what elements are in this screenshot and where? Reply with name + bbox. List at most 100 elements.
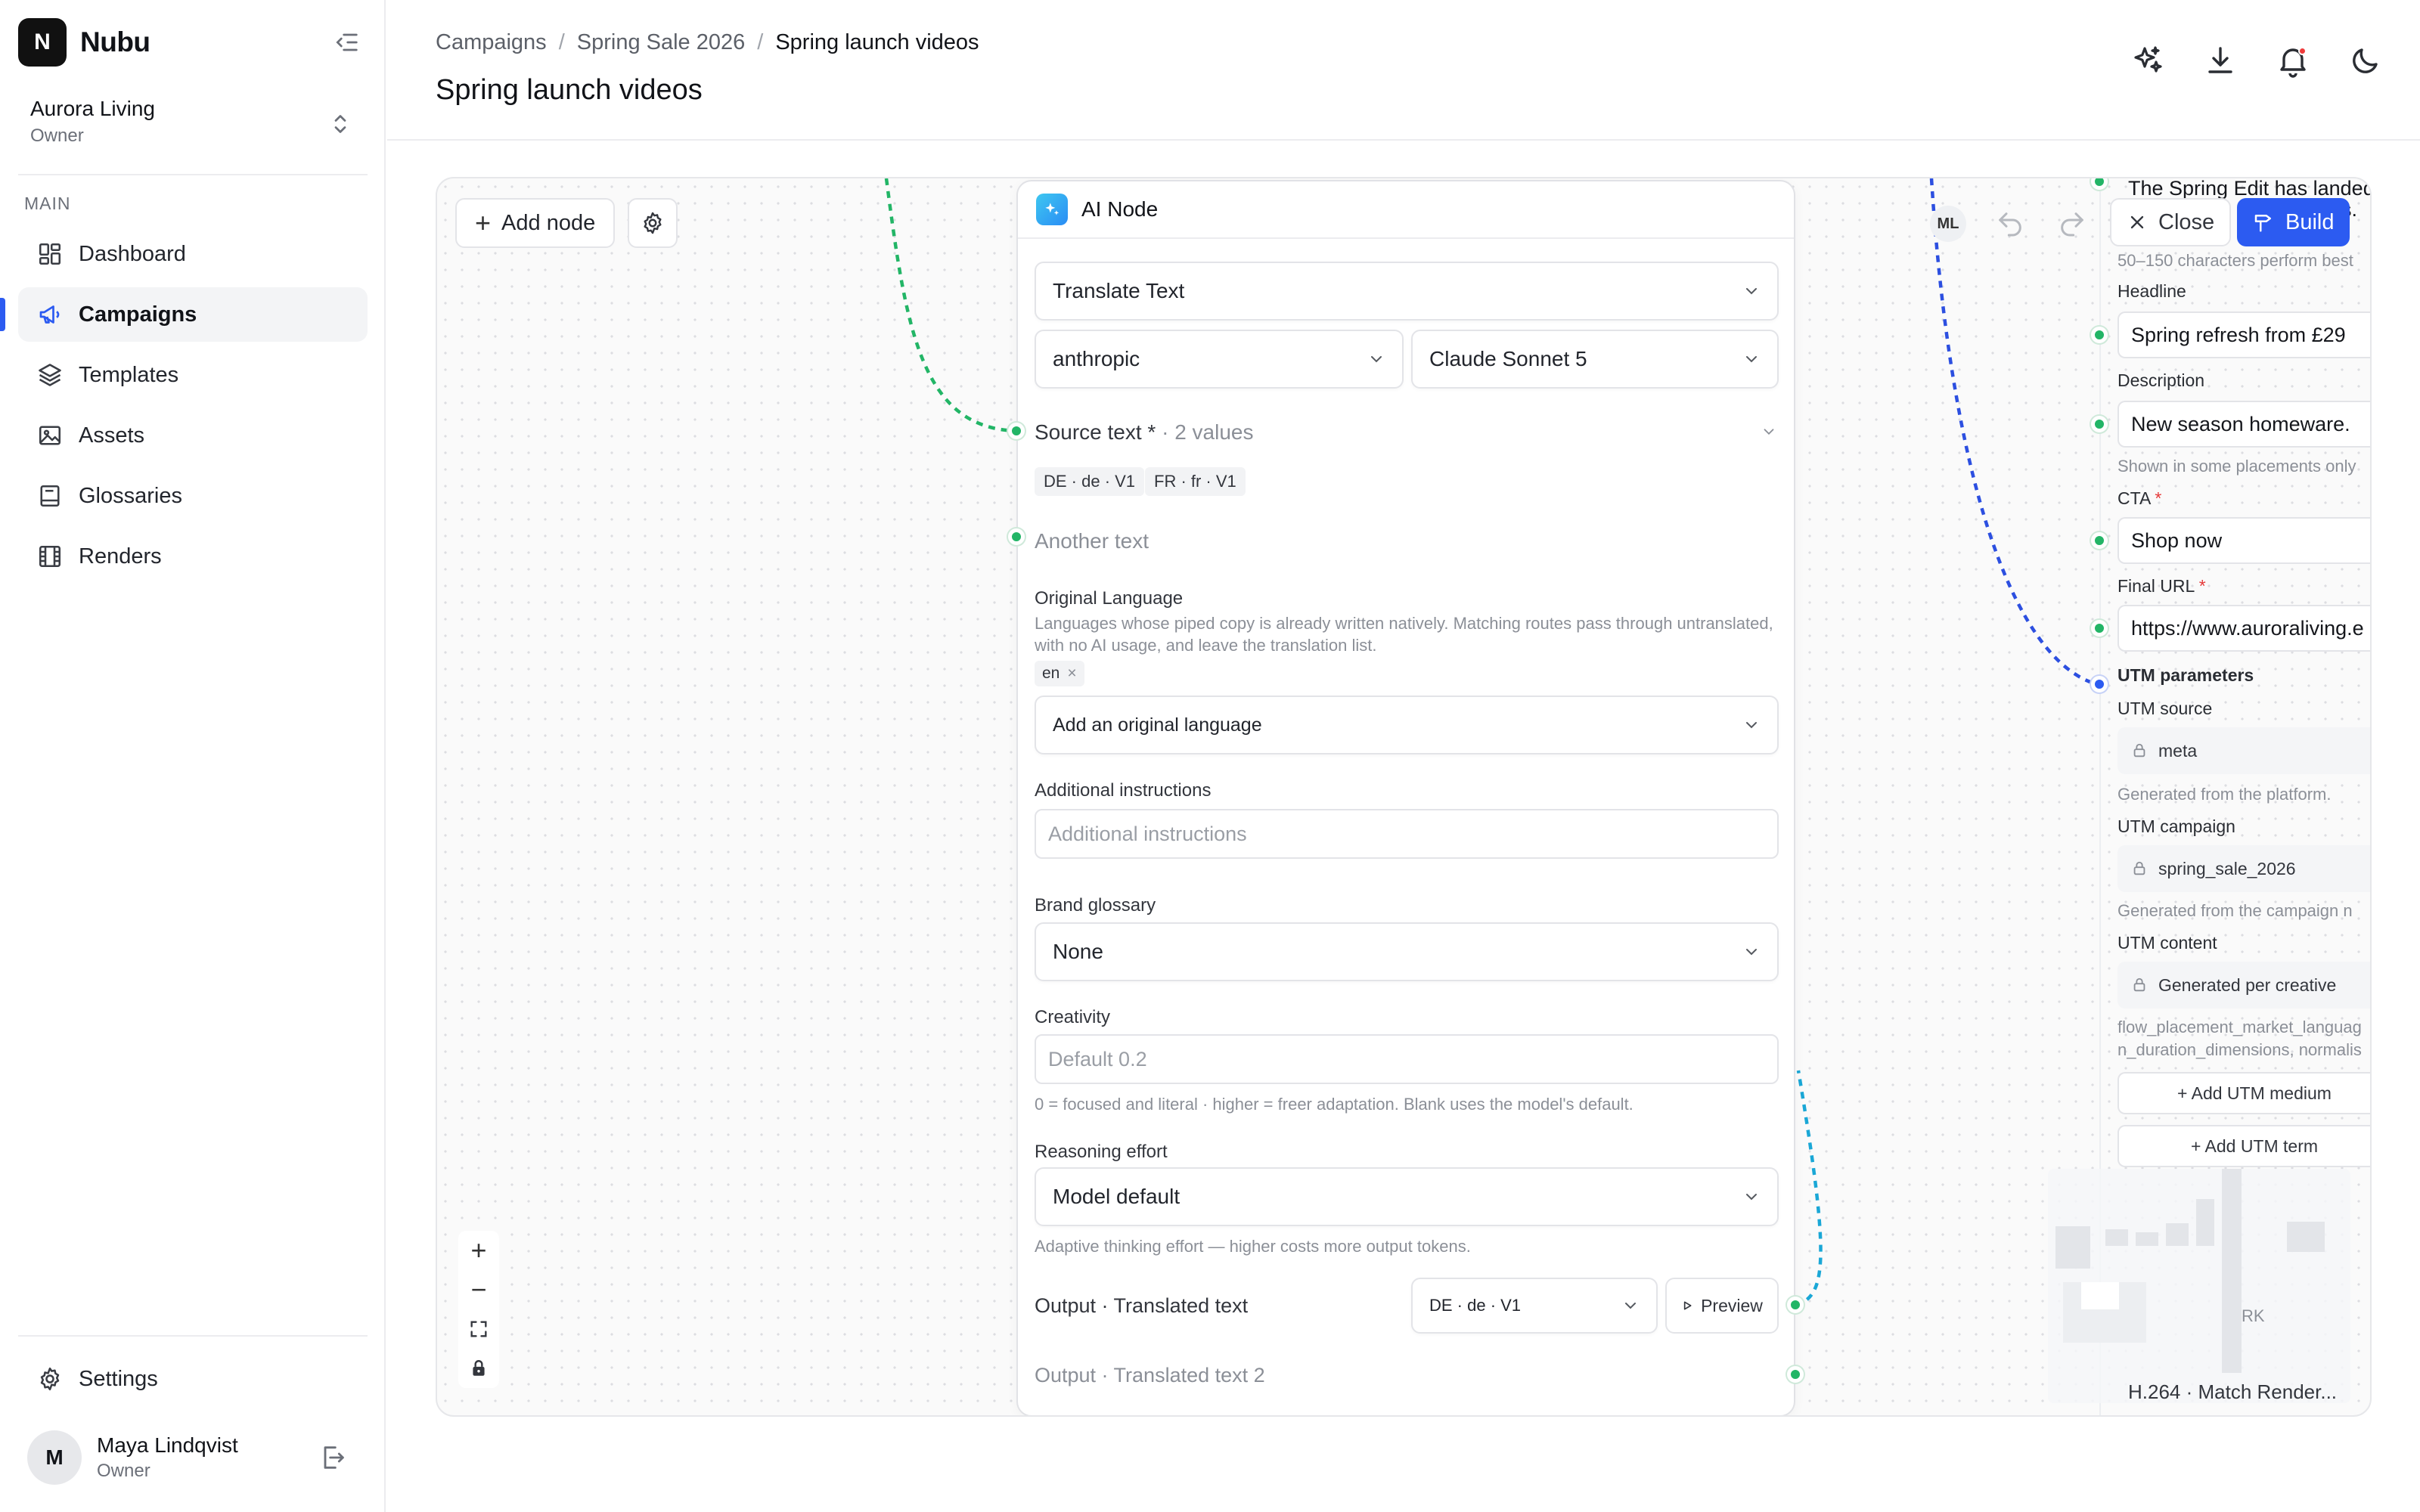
preview-button[interactable]: Preview: [1665, 1278, 1779, 1334]
ai-sparkle-icon: [1036, 194, 1068, 225]
utm-campaign-hint: Generated from the campaign n: [2118, 901, 2353, 920]
handle-description[interactable]: [2091, 416, 2108, 432]
fit-view-button[interactable]: [458, 1309, 499, 1349]
download-icon[interactable]: [2202, 42, 2238, 79]
description-input[interactable]: New season homeware.: [2118, 401, 2370, 448]
provider-select[interactable]: anthropic: [1035, 330, 1404, 389]
chevron-down-icon: [1625, 1303, 1636, 1309]
headline-input[interactable]: Spring refresh from £29: [2118, 311, 2370, 358]
utm-content-value: Generated per creative: [2158, 974, 2337, 995]
redo-icon[interactable]: [2057, 209, 2087, 239]
input-handle-another-text[interactable]: [1008, 528, 1025, 545]
input-handle-source-text[interactable]: [1008, 423, 1025, 439]
header-actions: [2093, 42, 2384, 79]
logout-icon[interactable]: [318, 1442, 348, 1473]
peek-text: RK: [2242, 1306, 2265, 1325]
required-mark: *: [2155, 488, 2162, 508]
handle-utm-parameters[interactable]: [2091, 676, 2108, 692]
handle-final-url[interactable]: [2091, 620, 2108, 637]
primary-text-line-1: The Spring Edit has landed: [2128, 177, 2372, 200]
breadcrumb-spring-sale[interactable]: Spring Sale 2026: [577, 30, 746, 55]
add-utm-term-button[interactable]: + Add UTM term: [2118, 1125, 2370, 1167]
cta-input[interactable]: Shop now: [2118, 517, 2370, 564]
sidebar-item-templates[interactable]: Templates: [18, 348, 368, 402]
add-original-language-select[interactable]: Add an original language: [1035, 696, 1779, 754]
user-name: Maya Lindqvist: [97, 1433, 238, 1457]
user-profile[interactable]: M Maya Lindqvist Owner: [27, 1430, 238, 1485]
plus-icon: +: [475, 207, 492, 238]
chevron-down-icon: [1746, 722, 1757, 729]
remove-chip-icon[interactable]: ×: [1067, 665, 1076, 683]
chevron-up-down-icon[interactable]: [327, 110, 354, 138]
original-language-label: Original Language: [1035, 588, 1184, 609]
utm-content-field: Generated per creative: [2118, 962, 2370, 1009]
operation-select[interactable]: Translate Text: [1035, 262, 1779, 321]
source-text-label[interactable]: Source text * · 2 values: [1035, 420, 1253, 445]
bell-icon[interactable]: [2275, 42, 2311, 79]
minimap-node: [2287, 1222, 2325, 1252]
another-text-label: Another text: [1035, 529, 1149, 553]
chevron-down-icon[interactable]: [1761, 423, 1777, 440]
utm-content-hint-1: flow_placement_market_languag: [2118, 1018, 2362, 1036]
sidebar-item-settings[interactable]: Settings: [36, 1365, 158, 1393]
output-handle-translated-text[interactable]: [1787, 1297, 1804, 1313]
hammer-icon: [2254, 215, 2271, 232]
notification-dot: [2298, 47, 2307, 55]
collapse-sidebar-icon[interactable]: [331, 27, 361, 57]
utm-source-field: meta: [2118, 727, 2370, 774]
moon-icon[interactable]: [2347, 42, 2384, 79]
minimap-node: [2055, 1226, 2090, 1269]
model-select[interactable]: Claude Sonnet 5: [1411, 330, 1779, 389]
lock-canvas-button[interactable]: [458, 1349, 499, 1388]
add-utm-medium-button[interactable]: + Add UTM medium: [2118, 1072, 2370, 1114]
add-node-button[interactable]: + Add node: [455, 198, 616, 248]
minimap[interactable]: [2048, 1169, 2350, 1403]
utm-content-hint-2: n_duration_dimensions, normalis: [2118, 1040, 2362, 1059]
output-version-select[interactable]: DE · de · V1: [1411, 1278, 1658, 1334]
final-url-input[interactable]: https://www.auroraliving.e: [2118, 605, 2370, 652]
additional-instructions-input[interactable]: Additional instructions: [1035, 809, 1779, 859]
film-icon: [39, 545, 61, 568]
ai-node[interactable]: AI Node Translate Text anthropic Claude …: [1016, 180, 1795, 1415]
original-language-chip[interactable]: en ×: [1035, 661, 1084, 686]
sidebar-item-label: Campaigns: [79, 302, 197, 327]
wire-source-text: [884, 178, 1017, 433]
canvas-settings-button[interactable]: [628, 198, 678, 248]
sidebar-item-dashboard[interactable]: Dashboard: [18, 227, 368, 281]
close-button[interactable]: Close: [2110, 198, 2232, 246]
brand-glossary-value: None: [1053, 940, 1103, 963]
sidebar-item-label: Renders: [79, 544, 162, 569]
sidebar-item-assets[interactable]: Assets: [18, 408, 368, 463]
source-chip-de[interactable]: DE · de · V1: [1035, 467, 1145, 496]
handle-headline[interactable]: [2091, 327, 2108, 343]
flow-canvas[interactable]: + Add node + − AI Node Translate Text an…: [436, 177, 2372, 1417]
sidebar-item-campaigns[interactable]: Campaigns: [0, 287, 368, 342]
creativity-label: Creativity: [1035, 1007, 1111, 1027]
breadcrumb-separator: /: [558, 30, 565, 54]
collaborator-avatar[interactable]: ML: [1930, 206, 1966, 242]
reasoning-effort-select[interactable]: Model default: [1035, 1167, 1779, 1226]
sparkles-icon[interactable]: [2130, 42, 2166, 79]
minimap-node: [2136, 1232, 2158, 1246]
output-handle-translated-text-2[interactable]: [1787, 1366, 1804, 1383]
brand[interactable]: N Nubu: [18, 18, 150, 67]
undo-icon[interactable]: [1995, 209, 2025, 239]
zoom-in-button[interactable]: +: [458, 1231, 499, 1270]
wire-utm-parameters: [1929, 178, 2100, 687]
workspace-switcher[interactable]: Aurora Living Owner: [30, 97, 155, 147]
handle-cta[interactable]: [2091, 532, 2108, 549]
node-header[interactable]: AI Node: [1018, 181, 1794, 239]
brand-glossary-select[interactable]: None: [1035, 922, 1779, 981]
sidebar-item-glossaries[interactable]: Glossaries: [18, 469, 368, 523]
workspace-role: Owner: [30, 125, 84, 146]
creativity-input[interactable]: Default 0.2: [1035, 1034, 1779, 1084]
breadcrumb-campaigns[interactable]: Campaigns: [436, 30, 547, 55]
zoom-controls: + −: [458, 1231, 499, 1388]
source-chip-fr[interactable]: FR · fr · V1: [1145, 467, 1246, 496]
brand-name: Nubu: [80, 26, 150, 57]
build-button[interactable]: Build: [2237, 198, 2350, 246]
user-role: Owner: [97, 1461, 150, 1481]
sidebar-item-renders[interactable]: Renders: [18, 529, 368, 584]
node-title: AI Node: [1081, 197, 1159, 221]
zoom-out-button[interactable]: −: [458, 1270, 499, 1309]
